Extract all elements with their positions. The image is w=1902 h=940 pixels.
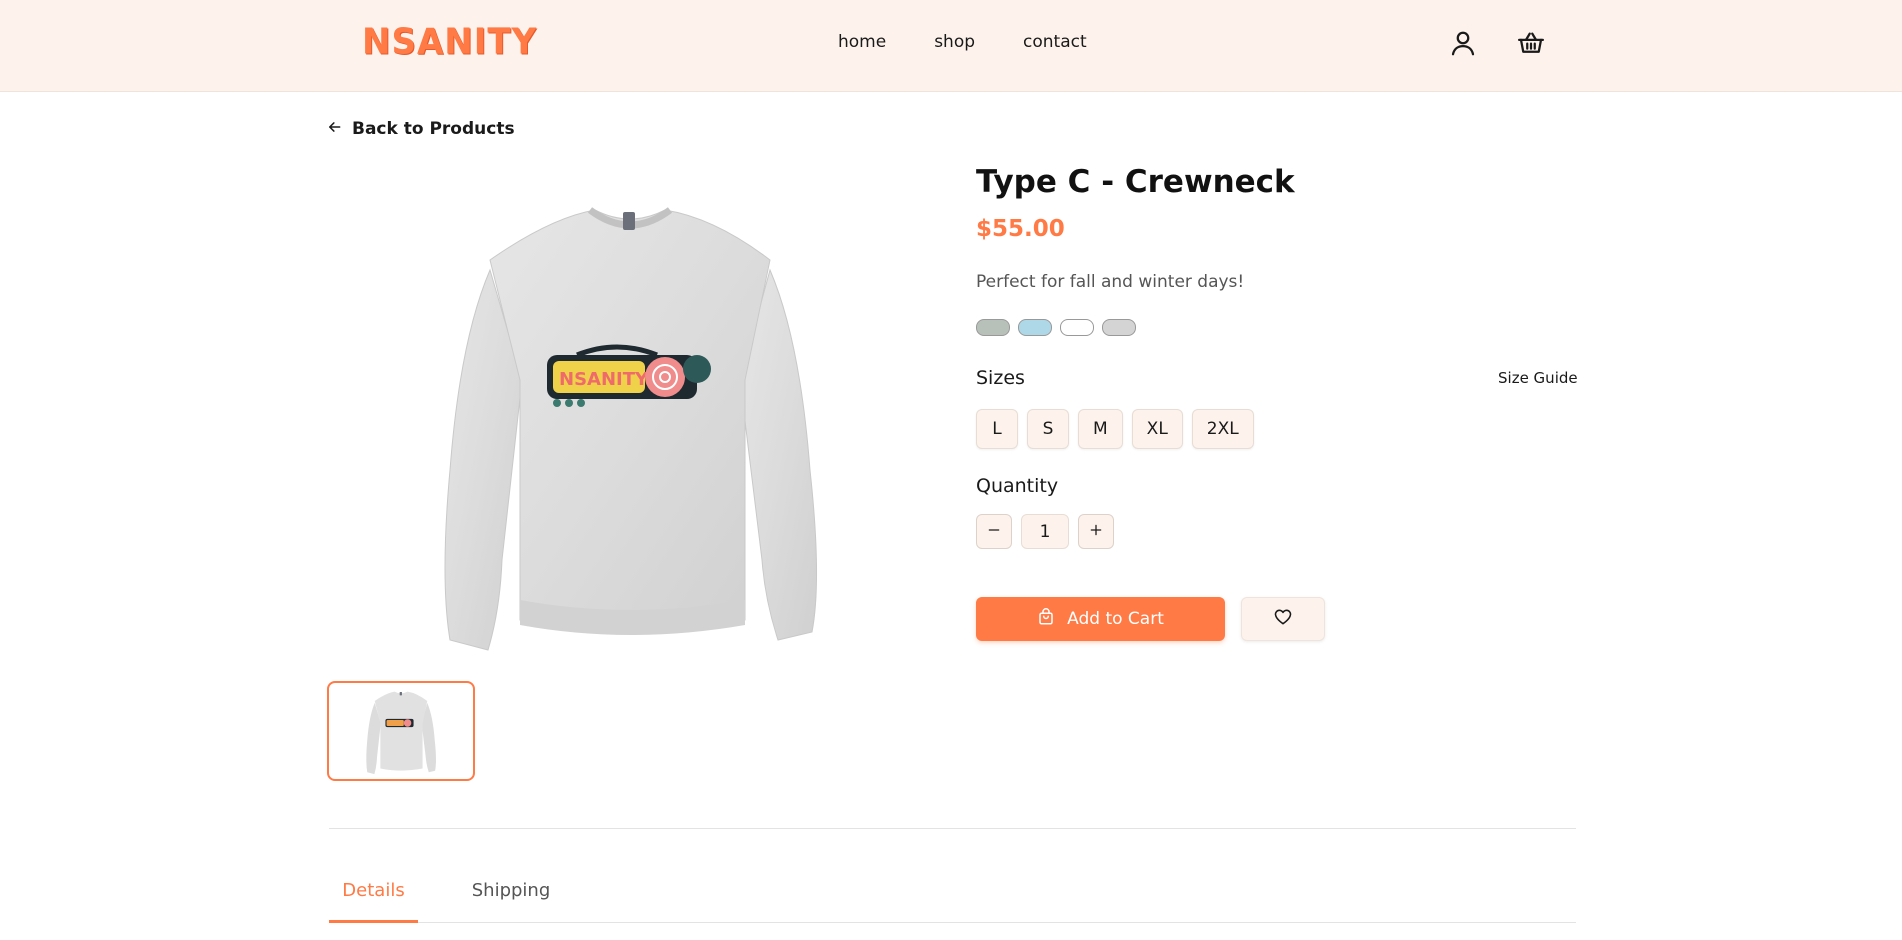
tab-shipping[interactable]: Shipping [466,872,556,923]
minus-icon [987,522,1001,541]
color-swatches [976,319,1136,336]
arrow-left-icon [328,119,342,139]
color-swatch[interactable] [1018,319,1052,336]
color-swatch[interactable] [1102,319,1136,336]
add-to-cart-button[interactable]: Add to Cart [976,597,1225,641]
brand-logo[interactable]: NSANITY [362,21,537,63]
product-thumbnail[interactable] [327,681,475,781]
svg-text:NSANITY: NSANITY [559,369,649,390]
shopping-bag-icon [1037,607,1055,631]
product-main-image: NSANITY [430,180,830,660]
size-option-s[interactable]: S [1027,409,1069,449]
size-option-xl[interactable]: XL [1131,409,1183,449]
size-option-m[interactable]: M [1078,409,1123,449]
plus-icon [1089,522,1103,541]
size-option-l[interactable]: L [976,409,1018,449]
nav-link-shop[interactable]: shop [934,32,975,52]
quantity-value[interactable]: 1 [1021,514,1069,549]
tab-details[interactable]: Details [329,872,418,923]
nav-link-home[interactable]: home [838,32,886,52]
nav-link-contact[interactable]: contact [1023,32,1087,52]
quantity-label: Quantity [976,475,1059,497]
size-options: L S M XL 2XL [976,409,1254,449]
site-header: NSANITY home shop contact [0,0,1902,92]
back-to-products-link[interactable]: Back to Products [328,119,515,139]
main-nav: home shop contact [838,32,1087,52]
heart-icon [1273,607,1293,631]
increase-quantity-button[interactable] [1078,514,1114,549]
add-to-cart-label: Add to Cart [1067,609,1164,629]
color-swatch[interactable] [1060,319,1094,336]
size-guide-link[interactable]: Size Guide [1498,369,1578,387]
add-to-wishlist-button[interactable] [1241,597,1325,641]
basket-icon[interactable] [1516,28,1546,58]
product-description: Perfect for fall and winter days! [976,272,1245,292]
color-swatch[interactable] [976,319,1010,336]
product-price: $55.00 [976,216,1065,242]
decrease-quantity-button[interactable] [976,514,1012,549]
product-title: Type C - Crewneck [976,164,1295,200]
product-tabs: Details Shipping [329,872,1576,923]
size-option-2xl[interactable]: 2XL [1191,409,1254,449]
sizes-label: Sizes [976,367,1025,389]
back-link-label: Back to Products [352,119,515,139]
quantity-stepper: 1 [976,514,1114,549]
user-icon[interactable] [1448,28,1478,58]
section-divider [329,828,1576,829]
